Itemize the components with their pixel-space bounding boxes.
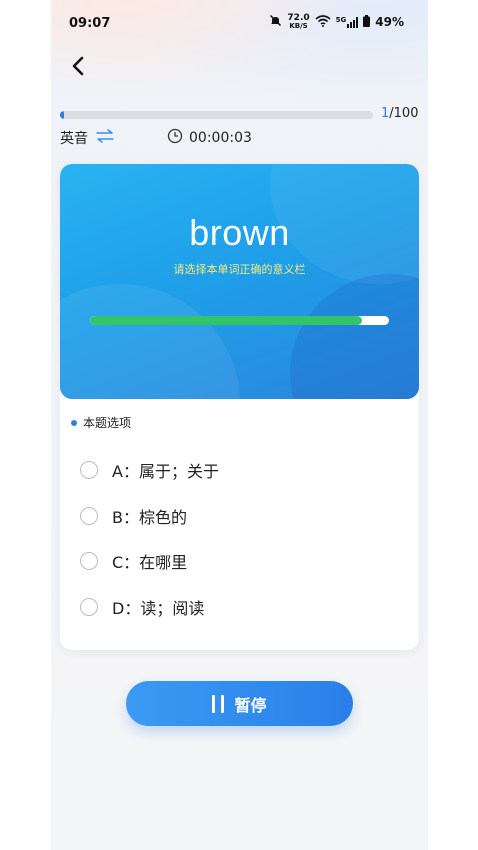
radio-icon — [80, 461, 98, 479]
option-b[interactable]: B：棕色的 — [80, 503, 187, 529]
radio-icon — [80, 507, 98, 525]
bullet-dot-icon — [71, 419, 77, 426]
net-speed: 72.0 KB/S — [287, 14, 309, 30]
option-c[interactable]: C：在哪里 — [80, 548, 187, 574]
phone-screen: 09:07 72.0 KB/S 5G 49% 1/100 英音 00:00:03… — [51, 0, 428, 850]
pause-icon — [212, 694, 225, 713]
timer-value: 00:00:03 — [189, 130, 252, 146]
status-time: 09:07 — [69, 16, 111, 31]
back-button[interactable] — [65, 52, 91, 80]
progress-total: /100 — [389, 106, 419, 121]
swap-icon — [96, 129, 114, 147]
banner-decoration — [290, 274, 419, 399]
cellular-signal-icon: 5G — [335, 15, 359, 28]
clock-icon — [167, 128, 183, 148]
pause-label: 暂停 — [234, 695, 267, 715]
quiz-progress-count: 1/100 — [381, 106, 418, 121]
option-text: C：在哪里 — [112, 553, 188, 572]
status-icons: 72.0 KB/S 5G 49% — [269, 14, 404, 30]
option-a[interactable]: A：属于；关于 — [80, 457, 219, 483]
elapsed-timer: 00:00:03 — [167, 127, 252, 149]
chevron-left-icon — [72, 56, 84, 76]
question-card: brown 请选择本单词正确的意义栏 本题选项 A：属于；关于 B：棕色的 C：… — [60, 164, 419, 650]
radio-icon — [80, 598, 98, 616]
options-title-text: 本题选项 — [83, 416, 132, 430]
banner-decoration — [60, 284, 240, 399]
answer-time-fill — [90, 316, 363, 325]
accent-label: 英音 — [60, 131, 88, 147]
option-text: D：读；阅读 — [112, 599, 205, 618]
radio-icon — [80, 552, 98, 570]
net-speed-unit: KB/S — [289, 22, 308, 30]
status-bar: 09:07 72.0 KB/S 5G 49% — [51, 0, 428, 46]
question-hint: 请选择本单词正确的意义栏 — [173, 263, 306, 276]
option-text: B：棕色的 — [112, 508, 187, 527]
quiz-progress-fill — [60, 111, 64, 119]
mute-icon — [269, 14, 282, 30]
battery-level: 49% — [375, 15, 404, 29]
options-section-title: 本题选项 — [71, 414, 131, 431]
wifi-icon — [315, 14, 331, 30]
pause-button[interactable]: 暂停 — [126, 681, 353, 726]
network-type: 5G — [335, 15, 347, 24]
option-d[interactable]: D：读；阅读 — [80, 594, 204, 620]
word-banner: brown 请选择本单词正确的意义栏 — [60, 164, 419, 399]
option-text: A：属于；关于 — [112, 462, 219, 481]
accent-toggle[interactable]: 英音 — [60, 127, 114, 149]
answer-time-bar — [90, 316, 389, 325]
question-word: brown — [189, 212, 290, 253]
battery-icon — [363, 14, 371, 30]
quiz-progress-bar — [60, 111, 373, 119]
